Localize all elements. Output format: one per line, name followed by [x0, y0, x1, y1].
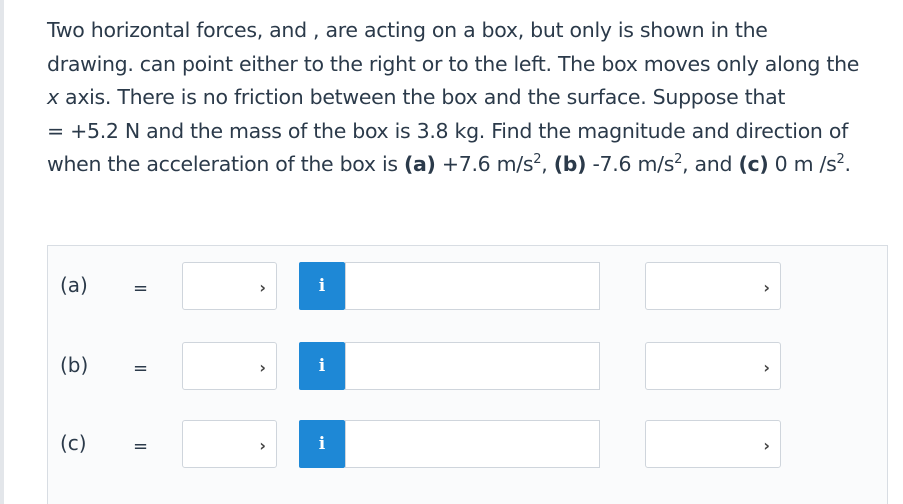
units-select-b[interactable]: › [645, 342, 781, 390]
sign-select-b[interactable]: › [182, 342, 277, 390]
left-border [0, 0, 4, 504]
chevron-down-icon: › [763, 358, 770, 377]
answer-row-c: (c) = › i › [48, 420, 887, 470]
equals-sign: = [133, 436, 149, 457]
row-label-c: (c) [60, 431, 87, 455]
answer-panel: (a) = › i › (b) = › i › (c) = › i › [47, 245, 888, 504]
row-label-b: (b) [60, 353, 89, 377]
sign-select-a[interactable]: › [182, 262, 277, 310]
part-b-tag: (b) [553, 152, 587, 176]
problem-line-1: Two horizontal forces, and , are acting … [47, 18, 768, 42]
value-input-b[interactable] [345, 342, 600, 390]
chevron-down-icon: › [763, 436, 770, 455]
info-button-b[interactable]: i [299, 342, 345, 390]
info-button-c[interactable]: i [299, 420, 345, 468]
answer-row-a: (a) = › i › [48, 262, 887, 312]
value-input-c[interactable] [345, 420, 600, 468]
chevron-down-icon: › [259, 436, 266, 455]
value-input-a[interactable] [345, 262, 600, 310]
equals-sign: = [133, 278, 149, 299]
chevron-down-icon: › [259, 358, 266, 377]
equals-sign: = [133, 358, 149, 379]
problem-line-5: when the acceleration of the box is (a) … [47, 152, 851, 176]
answer-row-b: (b) = › i › [48, 342, 887, 392]
problem-text: Two horizontal forces, and , are acting … [47, 14, 892, 182]
part-a-tag: (a) [403, 152, 436, 176]
problem-line-2: drawing. can point either to the right o… [47, 51, 860, 76]
part-c-tag: (c) [738, 152, 769, 176]
problem-line-3: x axis. There is no friction between the… [47, 85, 786, 109]
info-button-a[interactable]: i [299, 262, 345, 310]
chevron-down-icon: › [763, 278, 770, 297]
row-label-a: (a) [60, 273, 88, 297]
chevron-down-icon: › [259, 278, 266, 297]
x-variable: x [47, 85, 59, 109]
problem-line-4: = +5.2 N and the mass of the box is 3.8 … [47, 118, 849, 143]
units-select-c[interactable]: › [645, 420, 781, 468]
units-select-a[interactable]: › [645, 262, 781, 310]
sign-select-c[interactable]: › [182, 420, 277, 468]
